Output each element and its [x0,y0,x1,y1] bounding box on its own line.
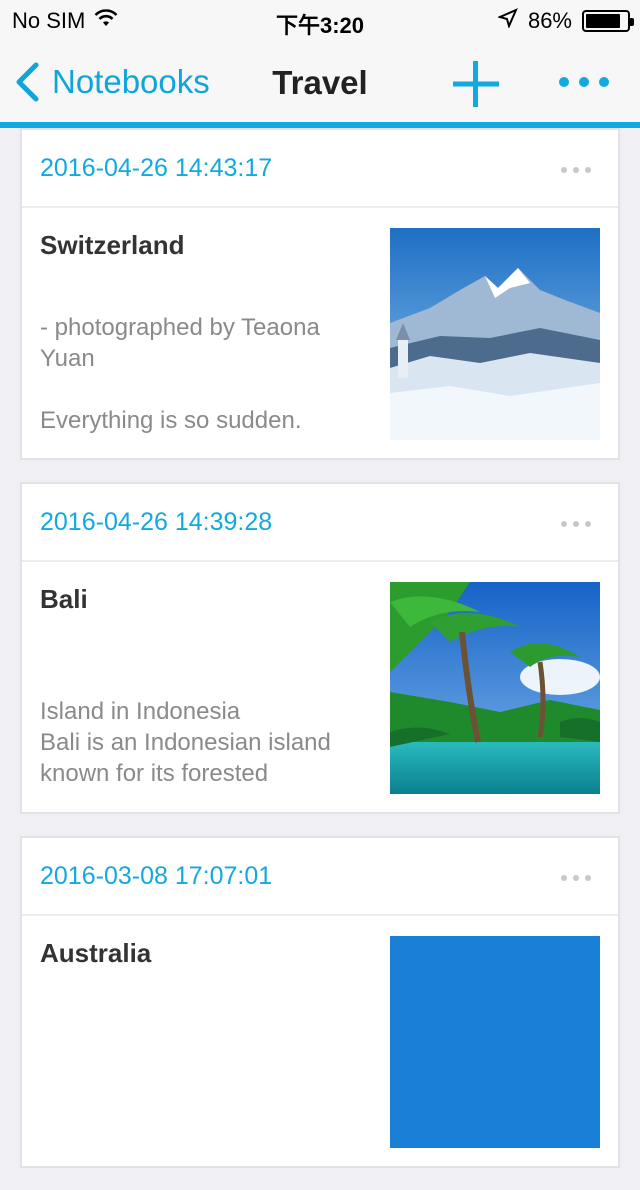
back-button[interactable]: Notebooks [14,62,210,102]
note-title: Switzerland [40,230,185,260]
chevron-left-icon [16,62,39,102]
swiss-alps-photo [390,228,600,440]
note-preview-line: Everything is so sudden. [40,407,302,434]
note-card[interactable]: 2016-03-08 17:07:01 Australia [20,836,620,1168]
status-right: 86% [497,8,634,34]
notes-list: 2016-04-26 14:43:17 Switzerland - photog… [20,128,620,1190]
back-label: Notebooks [52,63,210,100]
battery-level [586,14,621,28]
status-bar: No SIM 下午3:20 86% [0,0,640,42]
note-card[interactable]: 2016-04-26 14:43:17 Switzerland - photog… [20,128,620,460]
note-card-body: Switzerland - photographed by Teaona Yua… [22,208,618,458]
note-menu-icon[interactable] [560,166,592,174]
nav-bar: Notebooks Travel [0,42,640,122]
note-card-body: Australia [22,916,618,1166]
note-preview-line: known for its forested [40,760,269,787]
more-options-button[interactable] [556,72,612,92]
note-preview-line: Island in Indonesia [40,698,241,725]
location-arrow-icon [497,8,518,34]
battery-icon [582,10,634,32]
note-menu-icon[interactable] [560,874,592,882]
note-card-body: Bali Island in Indonesia Bali is an Indo… [22,562,618,812]
ellipsis-icon [559,77,609,87]
note-date: 2016-04-26 14:39:28 [40,508,273,536]
note-card-header: 2016-04-26 14:43:17 [22,130,618,208]
sky-photo [390,936,600,1148]
note-menu-icon[interactable] [560,520,592,528]
plus-icon [453,61,499,107]
note-card-header: 2016-04-26 14:39:28 [22,484,618,562]
add-note-button[interactable] [450,58,502,110]
note-title: Australia [40,938,152,968]
note-preview-line: - photographed by Teaona [40,314,320,341]
note-card-header: 2016-03-08 17:07:01 [22,838,618,916]
tropical-beach-photo [390,582,600,794]
note-date: 2016-04-26 14:43:17 [40,154,273,182]
battery-percent: 86% [527,8,572,33]
note-card[interactable]: 2016-04-26 14:39:28 Bali Island in Indon… [20,482,620,814]
note-title: Bali [40,584,88,614]
note-date: 2016-03-08 17:07:01 [40,862,273,890]
note-preview-line: Yuan [40,345,95,372]
note-preview-line: Bali is an Indonesian island [40,729,331,756]
